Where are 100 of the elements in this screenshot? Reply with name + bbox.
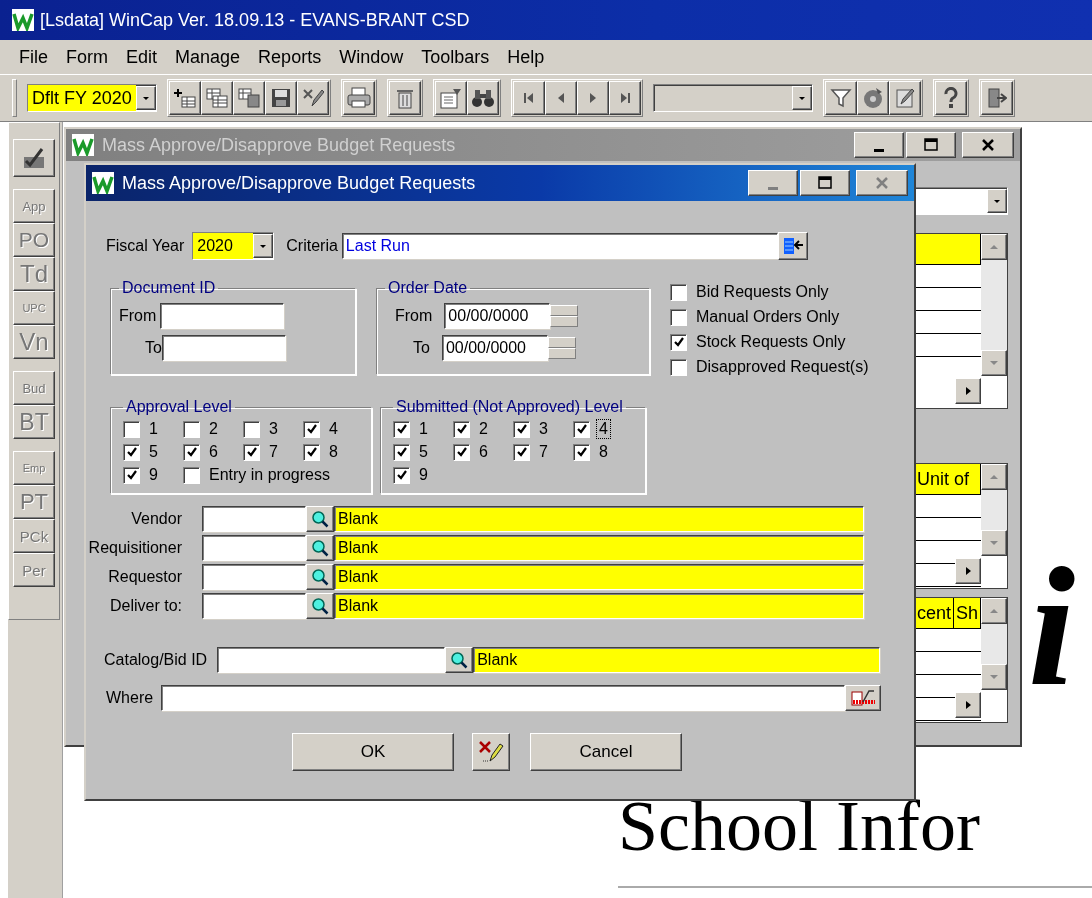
close-button[interactable] bbox=[856, 170, 908, 196]
query-button[interactable] bbox=[845, 685, 882, 711]
checkbox[interactable] bbox=[453, 443, 470, 461]
toolbar-button[interactable] bbox=[264, 81, 297, 115]
checkbox[interactable] bbox=[573, 443, 590, 461]
checkbox-label: 3 bbox=[538, 419, 549, 439]
checkbox-label: 7 bbox=[268, 442, 279, 462]
checkbox[interactable] bbox=[123, 420, 140, 438]
checkbox[interactable] bbox=[183, 443, 200, 461]
disc-icon bbox=[861, 87, 884, 109]
menu-item[interactable]: Help bbox=[498, 44, 554, 70]
toolbar-button[interactable] bbox=[608, 81, 641, 115]
checkbox-label: 1 bbox=[148, 419, 159, 439]
column-header[interactable]: Sh bbox=[953, 598, 981, 628]
toolbar-button[interactable] bbox=[232, 81, 265, 115]
spinner[interactable] bbox=[547, 337, 576, 359]
checkbox[interactable] bbox=[573, 420, 590, 438]
menu-item[interactable]: File bbox=[10, 44, 57, 70]
large-italic-text: i bbox=[1028, 542, 1076, 712]
cancel-button[interactable]: Cancel bbox=[530, 733, 682, 771]
toolbar-button[interactable] bbox=[296, 81, 329, 115]
checkbox[interactable] bbox=[670, 283, 687, 301]
minimize-button[interactable] bbox=[748, 170, 798, 196]
lookup-button[interactable] bbox=[445, 647, 474, 673]
checkbox[interactable] bbox=[123, 443, 140, 461]
toolbar-button[interactable] bbox=[544, 81, 577, 115]
checkbox[interactable] bbox=[183, 420, 200, 438]
document-icon bbox=[438, 87, 463, 109]
lookup-button[interactable] bbox=[306, 593, 334, 619]
fiscal-year-combo[interactable]: 2020 bbox=[192, 232, 275, 260]
checkbox-label: Entry in progress bbox=[208, 465, 331, 485]
page-heading: School Infor bbox=[618, 790, 980, 862]
menu-item[interactable]: Reports bbox=[249, 44, 331, 70]
column-header[interactable]: cent bbox=[915, 598, 954, 628]
toolbar-button[interactable] bbox=[888, 81, 921, 115]
checkbox[interactable] bbox=[123, 466, 140, 484]
toolbar-button[interactable] bbox=[824, 81, 857, 115]
checkbox[interactable] bbox=[303, 420, 320, 438]
side-toolbar-button[interactable] bbox=[13, 139, 55, 177]
group-title: Submitted (Not Approved) Level bbox=[395, 398, 624, 416]
checkbox[interactable] bbox=[303, 443, 320, 461]
toolbar-button[interactable] bbox=[512, 81, 545, 115]
input-field[interactable] bbox=[161, 335, 286, 361]
maximize-button[interactable] bbox=[800, 170, 850, 196]
ok-button[interactable]: OK bbox=[292, 733, 454, 771]
help-icon bbox=[942, 87, 959, 109]
toolbar-button[interactable] bbox=[434, 81, 467, 115]
toolbar-button[interactable] bbox=[576, 81, 609, 115]
fiscal-year-combo[interactable]: Dflt FY 2020 bbox=[27, 84, 157, 112]
spinner[interactable] bbox=[550, 305, 579, 327]
date-field[interactable]: 00/00/0000 bbox=[441, 335, 548, 361]
checkbox[interactable] bbox=[243, 420, 260, 438]
magnifier-icon bbox=[311, 568, 329, 586]
vertical-scrollbar[interactable] bbox=[981, 234, 1007, 376]
column-header[interactable] bbox=[915, 234, 981, 264]
dropdown-field[interactable] bbox=[652, 84, 813, 112]
column-header[interactable]: Unit of bbox=[915, 464, 981, 494]
toolbar-button[interactable] bbox=[856, 81, 889, 115]
description-field: Blank bbox=[334, 535, 864, 561]
checkbox[interactable] bbox=[453, 420, 470, 438]
checkbox[interactable] bbox=[393, 466, 410, 484]
checkbox[interactable] bbox=[393, 420, 410, 438]
checkbox[interactable] bbox=[670, 333, 687, 351]
menu-item[interactable]: Toolbars bbox=[412, 44, 499, 70]
menu-item[interactable]: Edit bbox=[117, 44, 167, 70]
menu-item[interactable]: Form bbox=[57, 44, 117, 70]
checkbox[interactable] bbox=[670, 358, 687, 376]
checkbox-label: 4 bbox=[596, 419, 611, 439]
checkbox[interactable] bbox=[243, 443, 260, 461]
where-field[interactable] bbox=[161, 685, 846, 711]
magnifier-icon bbox=[311, 597, 329, 615]
input-field[interactable] bbox=[217, 647, 446, 673]
checkbox[interactable] bbox=[393, 443, 410, 461]
toolbar-button[interactable] bbox=[466, 81, 499, 115]
checkbox[interactable] bbox=[670, 308, 687, 326]
date-field[interactable]: 00/00/0000 bbox=[444, 303, 551, 329]
toolbar-button[interactable] bbox=[168, 81, 201, 115]
vertical-scrollbar[interactable] bbox=[981, 598, 1007, 690]
criteria-field[interactable]: Last Run bbox=[341, 233, 778, 259]
input-field[interactable] bbox=[160, 303, 285, 329]
lookup-button[interactable] bbox=[306, 506, 334, 532]
checkbox[interactable] bbox=[513, 420, 530, 438]
criteria-button[interactable] bbox=[777, 232, 808, 260]
vertical-scrollbar[interactable] bbox=[981, 464, 1007, 556]
notepad-icon bbox=[893, 87, 916, 109]
input-field[interactable] bbox=[202, 506, 306, 532]
input-field[interactable] bbox=[202, 564, 306, 590]
description-field: Blank bbox=[334, 593, 864, 619]
clear-button[interactable] bbox=[472, 733, 510, 771]
toolbar-button[interactable] bbox=[200, 81, 233, 115]
checkbox[interactable] bbox=[183, 466, 200, 484]
window-title: Mass Approve/Disapprove Budget Requests bbox=[102, 134, 457, 156]
input-field[interactable] bbox=[202, 535, 306, 561]
lookup-button[interactable] bbox=[306, 535, 334, 561]
input-field[interactable] bbox=[202, 593, 306, 619]
checkbox[interactable] bbox=[513, 443, 530, 461]
lookup-button[interactable] bbox=[306, 564, 334, 590]
menu-item[interactable]: Window bbox=[330, 44, 413, 70]
menu-item[interactable]: Manage bbox=[166, 44, 250, 70]
magnifier-icon bbox=[311, 510, 329, 528]
